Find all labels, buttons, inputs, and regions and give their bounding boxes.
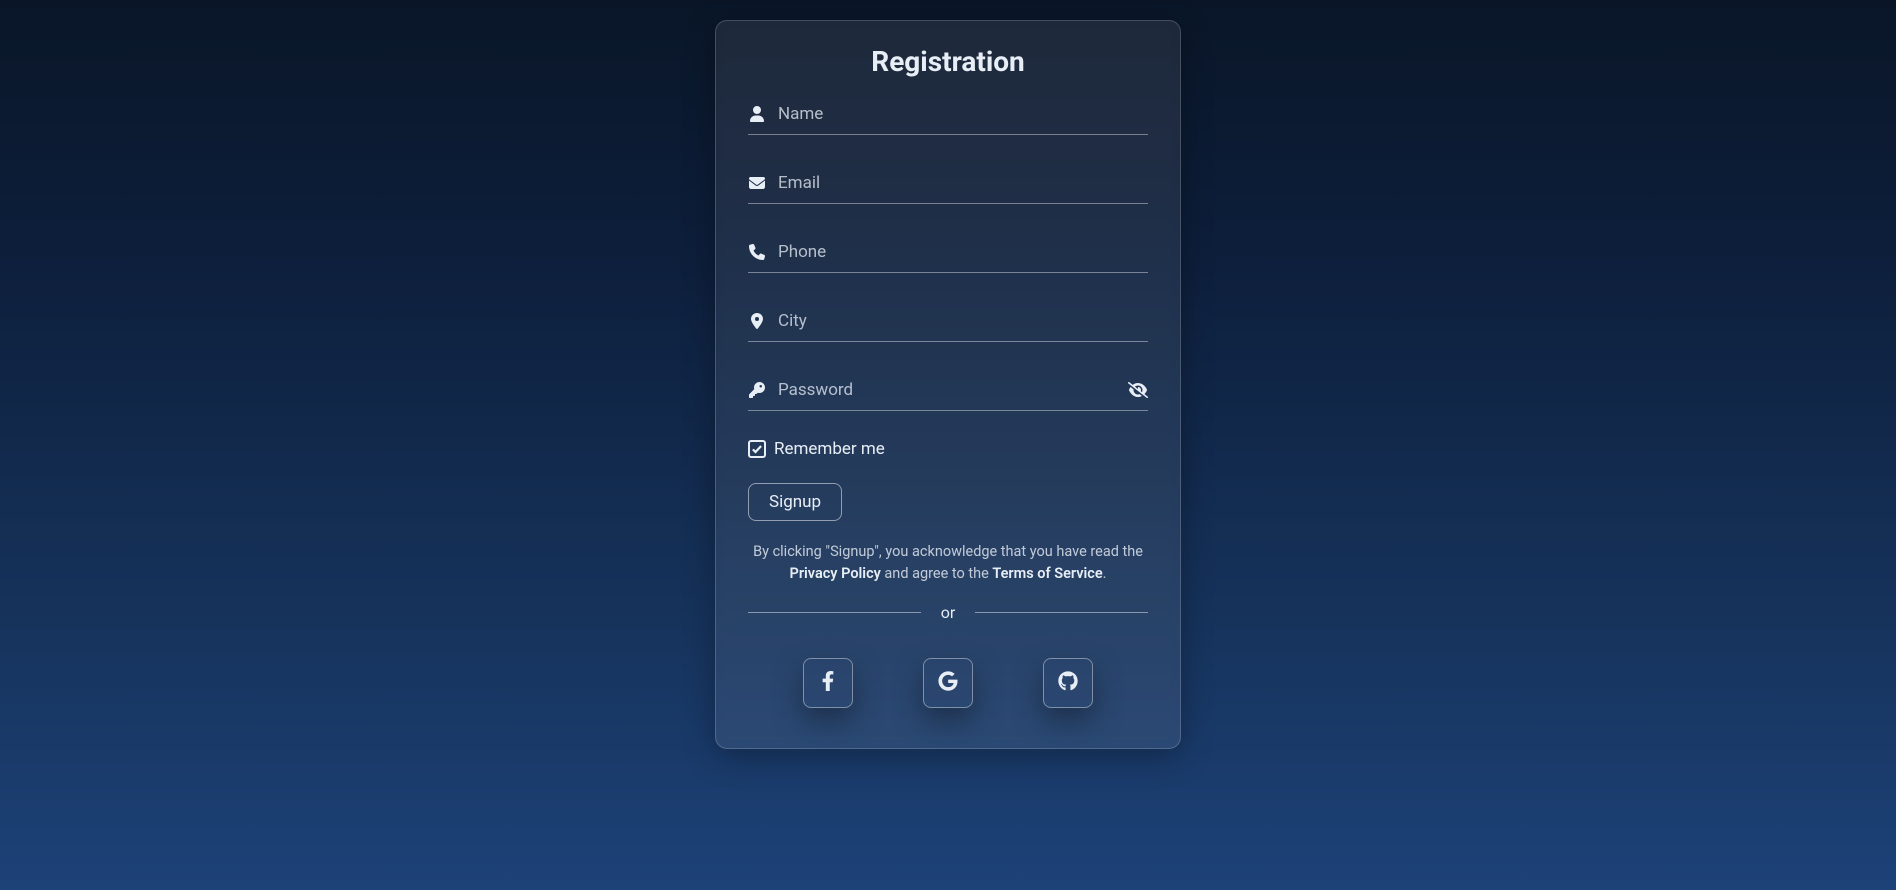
phone-icon (748, 243, 766, 261)
github-button[interactable] (1043, 658, 1093, 708)
key-icon (748, 381, 766, 399)
phone-input[interactable] (766, 242, 1148, 262)
name-input[interactable] (766, 104, 1148, 124)
facebook-button[interactable] (803, 658, 853, 708)
terms-of-service-link[interactable]: Terms of Service (992, 565, 1102, 582)
user-icon (748, 105, 766, 123)
phone-field-wrapper (748, 232, 1148, 273)
disclaimer-text: By clicking "Signup", you acknowledge th… (748, 541, 1148, 585)
divider-line-right (975, 612, 1148, 613)
remember-row: Remember me (748, 439, 1148, 459)
social-row (748, 658, 1148, 708)
google-icon (938, 671, 958, 695)
location-icon (748, 312, 766, 330)
page-title: Registration (748, 45, 1148, 78)
city-input[interactable] (766, 311, 1148, 331)
google-button[interactable] (923, 658, 973, 708)
divider: or (748, 603, 1148, 622)
envelope-icon (748, 174, 766, 192)
privacy-policy-link[interactable]: Privacy Policy (790, 565, 881, 582)
disclaimer-before: By clicking "Signup", you acknowledge th… (753, 543, 1143, 560)
city-field-wrapper (748, 301, 1148, 342)
disclaimer-after: . (1103, 565, 1107, 582)
signup-button[interactable]: Signup (748, 483, 842, 521)
password-field-wrapper (748, 370, 1148, 411)
divider-line-left (748, 612, 921, 613)
facebook-icon (818, 671, 838, 695)
password-input[interactable] (766, 380, 1128, 400)
eye-slash-icon[interactable] (1128, 380, 1148, 400)
email-input[interactable] (766, 173, 1148, 193)
email-field-wrapper (748, 163, 1148, 204)
divider-text: or (935, 603, 962, 622)
disclaimer-middle: and agree to the (881, 565, 993, 582)
registration-card: Registration (715, 20, 1181, 749)
github-icon (1058, 671, 1078, 695)
remember-checkbox[interactable] (748, 440, 766, 458)
name-field-wrapper (748, 94, 1148, 135)
remember-label[interactable]: Remember me (774, 439, 885, 459)
